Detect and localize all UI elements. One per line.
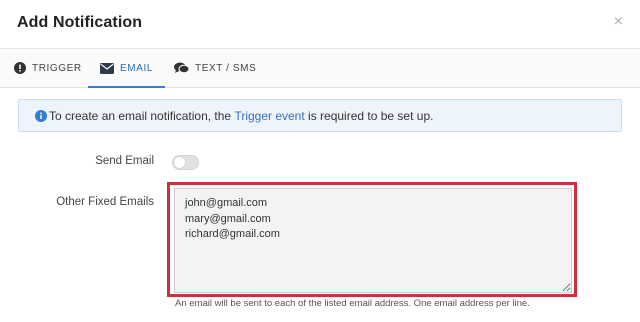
send-email-toggle[interactable] (172, 155, 199, 170)
exclamation-circle-icon (14, 62, 26, 74)
info-text-after: is required to be set up. (304, 108, 434, 123)
info-text-before: To create an email notification, the (49, 108, 235, 123)
tab-text-sms[interactable]: TEXT / SMS (174, 49, 256, 87)
help-text: An email will be sent to each of the lis… (175, 298, 530, 309)
close-icon[interactable]: × (614, 13, 623, 31)
trigger-event-link[interactable]: Trigger event (234, 109, 304, 123)
envelope-icon (100, 62, 114, 74)
tab-email-label: EMAIL (120, 62, 154, 74)
other-fixed-emails-label: Other Fixed Emails (56, 196, 154, 208)
tab-email[interactable]: EMAIL (88, 49, 166, 88)
toggle-knob (174, 157, 185, 168)
tab-trigger[interactable]: TRIGGER (14, 49, 82, 87)
send-email-label: Send Email (95, 155, 154, 167)
dialog-title: Add Notification (17, 14, 143, 31)
comments-icon (174, 62, 189, 74)
info-alert: To create an email notification, the Tri… (18, 99, 622, 132)
info-circle-icon (35, 109, 47, 122)
dialog-header: Add Notification × (0, 0, 640, 49)
tab-trigger-label: TRIGGER (32, 62, 82, 74)
tab-text-sms-label: TEXT / SMS (195, 62, 257, 74)
tab-bar: TRIGGER EMAIL TEXT / SMS (0, 49, 640, 88)
other-fixed-emails-textarea[interactable]: john@gmail.com mary@gmail.com richard@gm… (174, 188, 572, 293)
